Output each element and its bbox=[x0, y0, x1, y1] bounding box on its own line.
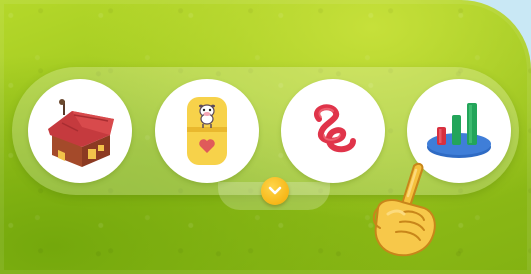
item-barn[interactable] bbox=[28, 79, 132, 183]
hand-pointer-icon bbox=[372, 162, 436, 257]
app-stage bbox=[0, 0, 531, 274]
expand-button[interactable] bbox=[261, 177, 289, 205]
barn-icon bbox=[48, 99, 114, 167]
chevron-down-icon bbox=[268, 186, 282, 195]
spring-icon bbox=[314, 104, 356, 153]
cow-card-icon bbox=[187, 97, 227, 165]
item-cow-card[interactable] bbox=[155, 79, 259, 183]
